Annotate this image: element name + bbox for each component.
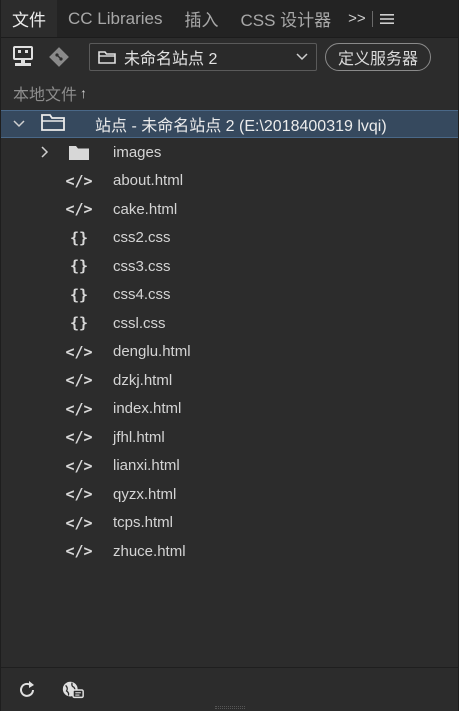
folder-icon <box>41 113 67 136</box>
tree-item-name: zhuce.html <box>113 542 186 560</box>
tree-item-name: qyzx.html <box>113 485 177 503</box>
site-select-value: 未命名站点 2 <box>124 51 218 68</box>
tab-insert[interactable]: 插入 <box>173 0 229 37</box>
css-file-icon: {} <box>69 285 89 304</box>
folder-icon <box>98 51 116 64</box>
tree-file-row[interactable]: </> qyzx.html <box>1 480 458 509</box>
chevron-right-icon[interactable] <box>37 146 53 158</box>
tree-file-row[interactable]: </> dzkj.html <box>1 366 458 395</box>
tree-file-row[interactable]: </> denglu.html <box>1 338 458 367</box>
site-select-dropdown[interactable]: 未命名站点 2 <box>89 43 317 71</box>
tree-item-name: denglu.html <box>113 343 191 361</box>
css-file-icon: {} <box>69 257 89 276</box>
refresh-icon[interactable] <box>15 678 39 702</box>
tree-item-name: index.html <box>113 400 182 418</box>
chevron-down-icon[interactable] <box>11 120 27 128</box>
tree-item-name: tcps.html <box>113 514 174 532</box>
tab-files[interactable]: 文件 <box>1 0 57 37</box>
sort-arrow-icon: ↑ <box>80 85 88 101</box>
tree-file-row[interactable]: {} css4.css <box>1 281 458 310</box>
git-icon[interactable] <box>45 43 73 71</box>
tree-item-name: dzkj.html <box>113 371 173 389</box>
html-file-icon: </> <box>65 371 93 390</box>
file-tree: 站点 - 未命名站点 2 (E:\2018400319 lvqi) images… <box>1 110 458 566</box>
html-file-icon: </> <box>65 171 93 190</box>
panel-menu-icon[interactable] <box>373 0 401 37</box>
tree-file-row[interactable]: {} cssl.css <box>1 309 458 338</box>
tree-file-row[interactable]: {} css3.css <box>1 252 458 281</box>
local-files-header[interactable]: 本地文件 ↑ <box>1 76 458 110</box>
site-root-row[interactable]: 站点 - 未命名站点 2 (E:\2018400319 lvqi) <box>1 110 458 138</box>
tree-item-name: lianxi.html <box>113 457 180 475</box>
files-bottom-bar <box>1 667 458 711</box>
html-file-icon: </> <box>65 485 93 504</box>
files-panel: 文件 CC Libraries 插入 CSS 设计器 >> 未命名站点 2 定义… <box>0 0 459 711</box>
tree-item-name: css4.css <box>113 286 171 304</box>
tree-folder-row[interactable]: images <box>1 138 458 167</box>
chevron-down-icon <box>296 53 308 61</box>
define-server-button[interactable]: 定义服务器 <box>325 43 432 71</box>
css-file-icon: {} <box>69 228 89 247</box>
tree-file-row[interactable]: </> zhuce.html <box>1 537 458 566</box>
tree-item-name: css3.css <box>113 257 171 275</box>
html-file-icon: </> <box>65 513 93 532</box>
html-file-icon: </> <box>65 456 93 475</box>
tree-file-row[interactable]: </> jfhl.html <box>1 423 458 452</box>
tree-file-row[interactable]: </> cake.html <box>1 195 458 224</box>
resize-grip[interactable] <box>214 706 245 709</box>
html-file-icon: </> <box>65 428 93 447</box>
tree-file-row[interactable]: </> about.html <box>1 167 458 196</box>
local-files-label: 本地文件 <box>13 87 78 104</box>
tree-item-name: css2.css <box>113 229 171 247</box>
html-file-icon: </> <box>65 200 93 219</box>
tab-css-designer[interactable]: CSS 设计器 <box>229 0 342 37</box>
tree-file-row[interactable]: {} css2.css <box>1 224 458 253</box>
html-file-icon: </> <box>65 542 93 561</box>
tab-cc-libraries[interactable]: CC Libraries <box>57 0 173 37</box>
site-root-label: 站点 - 未命名站点 2 (E:\2018400319 lvqi) <box>95 118 387 135</box>
files-toolbar: 未命名站点 2 定义服务器 <box>1 38 458 76</box>
folder-icon <box>63 144 95 161</box>
tree-file-row[interactable]: </> lianxi.html <box>1 452 458 481</box>
css-file-icon: {} <box>69 314 89 333</box>
tree-item-name: jfhl.html <box>113 428 165 446</box>
tree-item-name: cake.html <box>113 200 178 218</box>
tree-item-name: images <box>113 143 162 161</box>
panel-tab-bar: 文件 CC Libraries 插入 CSS 设计器 >> <box>1 0 458 38</box>
site-report-icon[interactable] <box>61 678 85 702</box>
tree-file-row[interactable]: </> index.html <box>1 395 458 424</box>
connect-server-icon[interactable] <box>9 43 37 71</box>
html-file-icon: </> <box>65 342 93 361</box>
tree-file-row[interactable]: </> tcps.html <box>1 509 458 538</box>
tab-overflow-button[interactable]: >> <box>342 0 372 37</box>
tree-item-name: cssl.css <box>113 314 166 332</box>
html-file-icon: </> <box>65 399 93 418</box>
tree-item-name: about.html <box>113 172 184 190</box>
